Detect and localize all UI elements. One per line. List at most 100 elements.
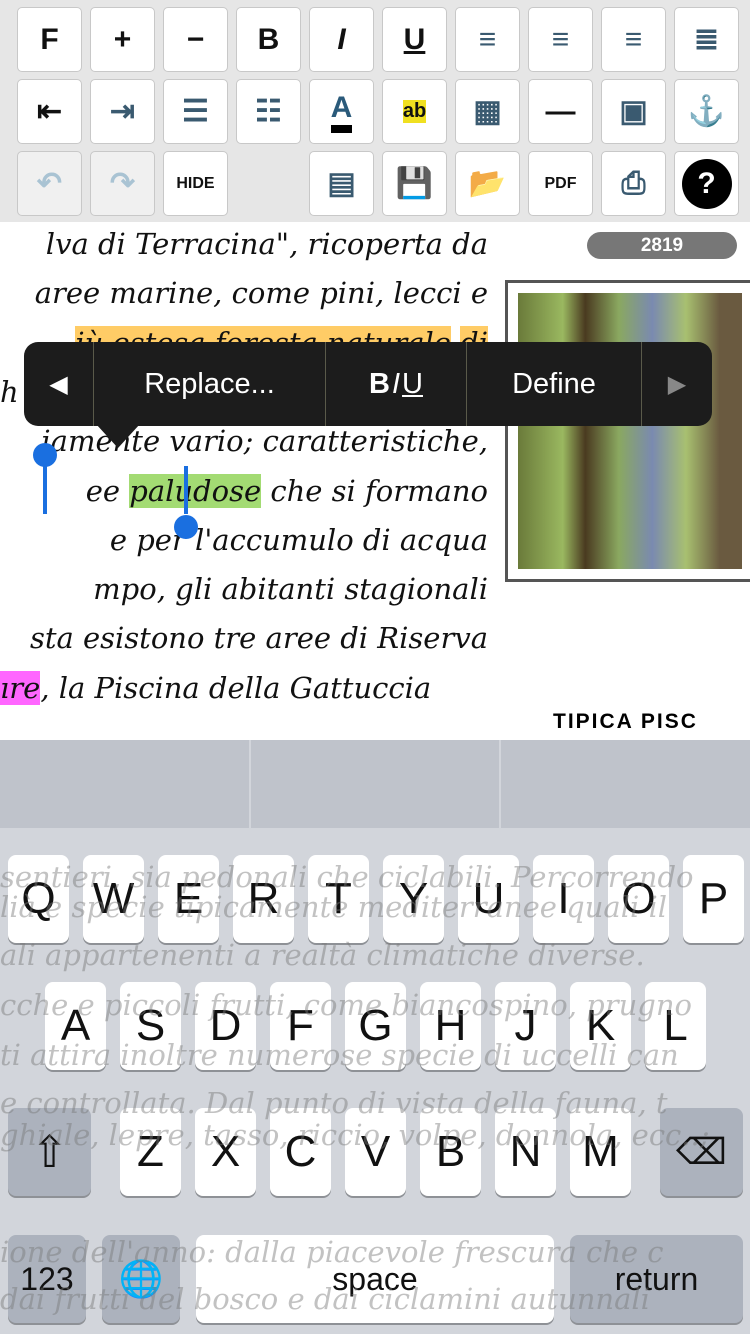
pdf-button[interactable]: PDF: [528, 151, 593, 216]
key-k[interactable]: K: [570, 982, 631, 1070]
anchor-icon: ⚓: [687, 95, 726, 128]
menu-prev-button[interactable]: ◀: [24, 342, 94, 426]
underline-button[interactable]: U: [382, 7, 447, 72]
key-label: V: [360, 1127, 391, 1176]
align-center-icon: ≡: [551, 22, 570, 56]
key-y[interactable]: Y: [383, 855, 444, 943]
numbered-list-button[interactable]: ☰: [163, 79, 228, 144]
horizontal-rule-button[interactable]: —: [528, 79, 593, 144]
menu-next-button[interactable]: ▶: [642, 342, 712, 426]
key-m[interactable]: M: [570, 1108, 631, 1196]
increase-size-button[interactable]: +: [90, 7, 155, 72]
key-label: O: [621, 874, 656, 923]
key-p[interactable]: P: [683, 855, 744, 943]
save-button[interactable]: 💾: [382, 151, 447, 216]
key-label: F: [287, 1001, 314, 1050]
bold-button[interactable]: B: [236, 7, 301, 72]
document-image[interactable]: [505, 280, 750, 582]
text-segment: h: [0, 374, 19, 409]
key-c[interactable]: C: [270, 1108, 331, 1196]
anchor-button[interactable]: ⚓: [674, 79, 739, 144]
selection-start-knob[interactable]: [33, 443, 57, 467]
highlight-button[interactable]: ab: [382, 79, 447, 144]
text-line[interactable]: iamente vario; caratteristiche,: [0, 421, 488, 461]
key-label: return: [614, 1260, 699, 1297]
help-button[interactable]: ?: [674, 151, 739, 216]
export-button[interactable]: 📂: [455, 151, 520, 216]
shift-key[interactable]: ⇧: [8, 1108, 91, 1196]
text-line[interactable]: mpo, gli abitanti stagionali: [0, 569, 488, 609]
key-label: space: [332, 1260, 418, 1297]
table-button[interactable]: ▦: [455, 79, 520, 144]
text-color-button[interactable]: A: [309, 79, 374, 144]
key-h[interactable]: H: [420, 982, 481, 1070]
key-o[interactable]: O: [608, 855, 669, 943]
text-line[interactable]: e per l'accumulo di acqua: [0, 520, 488, 560]
text-line[interactable]: ıre, la Piscina della Gattuccia: [0, 668, 488, 708]
print-button[interactable]: ⎙: [601, 151, 666, 216]
text-segment: ee: [85, 473, 130, 508]
selection-end-handle[interactable]: [184, 466, 188, 514]
align-right-button[interactable]: ≡: [601, 7, 666, 72]
justify-button[interactable]: ≣: [674, 7, 739, 72]
align-center-button[interactable]: ≡: [528, 7, 593, 72]
document-button[interactable]: ▤: [309, 151, 374, 216]
selection-end-knob[interactable]: [174, 515, 198, 539]
suggestion-slot[interactable]: [501, 740, 750, 828]
suggestion-slot[interactable]: [0, 740, 251, 828]
align-left-button[interactable]: ≡: [455, 7, 520, 72]
text-line[interactable]: ee paludose che si formano: [0, 471, 488, 511]
return-key[interactable]: return: [570, 1235, 743, 1323]
key-f[interactable]: F: [270, 982, 331, 1070]
indent-button[interactable]: ⇥: [90, 79, 155, 144]
font-button[interactable]: F: [17, 7, 82, 72]
suggestion-slot[interactable]: [251, 740, 502, 828]
menu-replace-button[interactable]: Replace...: [94, 342, 326, 426]
hide-button[interactable]: HIDE: [163, 151, 228, 216]
hide-icon: HIDE: [176, 174, 215, 192]
text-line[interactable]: sta esistono tre aree di Riserva: [0, 618, 488, 658]
key-a[interactable]: A: [45, 982, 106, 1070]
key-z[interactable]: Z: [120, 1108, 181, 1196]
globe-key[interactable]: 🌐: [102, 1235, 180, 1323]
outdent-button[interactable]: ⇤: [17, 79, 82, 144]
image-button[interactable]: ▣: [601, 79, 666, 144]
bullet-list-icon: ☷: [255, 95, 282, 128]
key-t[interactable]: T: [308, 855, 369, 943]
document-content[interactable]: lva di Terracina", ricoperta da aree mari…: [0, 222, 750, 740]
key-d[interactable]: D: [195, 982, 256, 1070]
italic-button[interactable]: I: [309, 7, 374, 72]
key-label: J: [514, 1001, 537, 1050]
menu-biu-button[interactable]: BIU: [326, 342, 467, 426]
key-n[interactable]: N: [495, 1108, 556, 1196]
undo-button[interactable]: ↶: [17, 151, 82, 216]
table-icon: ▦: [473, 95, 502, 128]
numbers-key[interactable]: 123: [8, 1235, 86, 1323]
key-g[interactable]: G: [345, 982, 406, 1070]
delete-key[interactable]: ⌫: [660, 1108, 743, 1196]
menu-define-button[interactable]: Define: [467, 342, 642, 426]
key-label: ⇧: [31, 1127, 68, 1177]
outdent-icon: ⇤: [36, 95, 63, 128]
key-s[interactable]: S: [120, 982, 181, 1070]
key-r[interactable]: R: [233, 855, 294, 943]
decrease-size-button[interactable]: −: [163, 7, 228, 72]
key-l[interactable]: L: [645, 982, 706, 1070]
increase-size-icon: +: [113, 22, 132, 56]
key-b[interactable]: B: [420, 1108, 481, 1196]
key-w[interactable]: W: [83, 855, 144, 943]
key-x[interactable]: X: [195, 1108, 256, 1196]
bullet-list-button[interactable]: ☷: [236, 79, 301, 144]
key-v[interactable]: V: [345, 1108, 406, 1196]
space-key[interactable]: space: [196, 1235, 554, 1323]
key-u[interactable]: U: [458, 855, 519, 943]
key-e[interactable]: E: [158, 855, 219, 943]
editor-toolbar: F + − B I U ≡ ≡ ≡ ≣ ⇤ ⇥ ☰ ☷ Aab ▦ — ▣ ⚓ ↶ ↷ HIDE ▤ 💾 📂 PDF ⎙?: [0, 0, 750, 222]
text-line[interactable]: lva di Terracina", ricoperta da: [0, 224, 488, 264]
key-i[interactable]: I: [533, 855, 594, 943]
selection-start-handle[interactable]: [43, 466, 47, 514]
text-line[interactable]: aree marine, come pini, lecci e: [0, 273, 488, 313]
key-q[interactable]: Q: [8, 855, 69, 943]
key-j[interactable]: J: [495, 982, 556, 1070]
redo-button[interactable]: ↷: [90, 151, 155, 216]
